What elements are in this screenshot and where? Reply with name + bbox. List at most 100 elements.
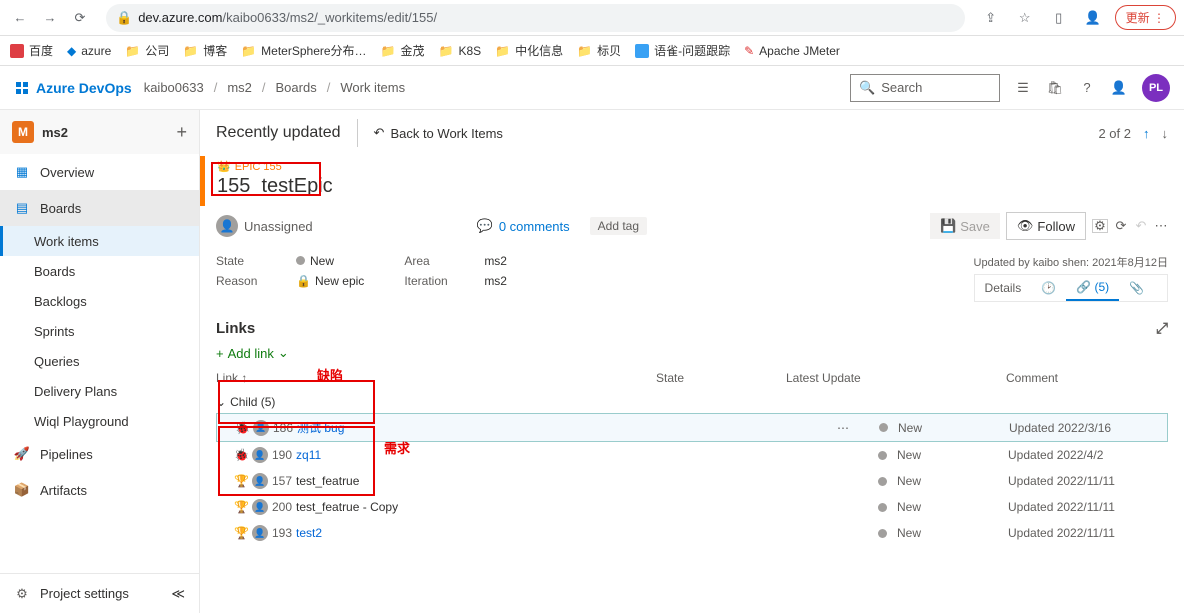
- search-input[interactable]: 🔍 Search: [850, 74, 1000, 102]
- user-settings-icon[interactable]: 👤: [1110, 79, 1128, 97]
- tab-links[interactable]: 🔗 (5): [1066, 275, 1119, 301]
- pager-down-icon[interactable]: ↓: [1162, 126, 1169, 141]
- back-link[interactable]: ↶Back to Work Items: [374, 125, 503, 141]
- bookmark-azure[interactable]: ◆azure: [67, 44, 111, 58]
- help-icon[interactable]: ?: [1078, 79, 1096, 97]
- bookmark-baidu[interactable]: 百度: [10, 42, 53, 59]
- bookmark-folder[interactable]: 📁公司: [125, 42, 169, 59]
- list-icon[interactable]: ☰: [1014, 79, 1032, 97]
- sidebar-item-overview[interactable]: ▦Overview: [0, 154, 199, 190]
- sidebar-item-boards[interactable]: ▤Boards: [0, 190, 199, 226]
- bag-icon[interactable]: 🛍: [1046, 79, 1064, 97]
- sidebar-item-backlogs[interactable]: Backlogs: [0, 286, 199, 316]
- sidebar-item-queries[interactable]: Queries: [0, 346, 199, 376]
- table-row[interactable]: 🏆👤157test_featrueNewUpdated 2022/11/11: [216, 468, 1168, 494]
- profile-icon[interactable]: 👤: [1081, 6, 1105, 30]
- links-table: Link ↑ State Latest Update Comment ⌄Chil…: [200, 365, 1184, 546]
- assignee-field[interactable]: 👤 Unassigned: [216, 215, 313, 237]
- table-row[interactable]: 🐞👤186测试 bug⋯NewUpdated 2022/3/16: [216, 413, 1168, 442]
- work-item-link[interactable]: test_featrue: [296, 474, 359, 488]
- bookmark-folder[interactable]: 📁中化信息: [495, 42, 563, 59]
- project-header[interactable]: M ms2 +: [0, 110, 199, 154]
- crumb[interactable]: Boards: [276, 80, 317, 95]
- star-icon[interactable]: ☆: [1013, 6, 1037, 30]
- tab-attachments-icon[interactable]: 📎: [1119, 276, 1154, 300]
- tab-details[interactable]: Details: [975, 276, 1032, 300]
- tab-history-icon[interactable]: 🕑: [1031, 276, 1066, 300]
- sidebar-item-sprints[interactable]: Sprints: [0, 316, 199, 346]
- bookmark-folder[interactable]: 📁金茂: [381, 42, 425, 59]
- reload-icon[interactable]: ⟳: [68, 6, 92, 30]
- more-icon[interactable]: ⋯: [837, 421, 849, 435]
- bookmark-jmeter[interactable]: ✎Apache JMeter: [744, 44, 840, 58]
- pager-text: 2 of 2: [1098, 126, 1131, 141]
- work-item-link[interactable]: test2: [296, 526, 322, 540]
- project-settings[interactable]: ⚙ Project settings ≪: [0, 573, 199, 613]
- sidebar-item-wiql[interactable]: Wiql Playground: [0, 406, 199, 436]
- col-link[interactable]: Link ↑: [216, 371, 656, 385]
- iteration-value[interactable]: ms2: [484, 274, 507, 288]
- follow-button[interactable]: 👁Follow: [1006, 212, 1086, 240]
- update-button[interactable]: 更新 ⋮: [1115, 5, 1176, 30]
- undo-icon[interactable]: ↶: [1134, 219, 1148, 233]
- collapse-icon[interactable]: ≪: [171, 586, 185, 602]
- save-button[interactable]: 💾Save: [930, 213, 1000, 239]
- table-row[interactable]: 🏆👤193test2NewUpdated 2022/11/11: [216, 520, 1168, 546]
- sidebar-item-workitems[interactable]: Work items: [0, 226, 199, 256]
- bookmark-folder[interactable]: 📁博客: [183, 42, 227, 59]
- undo-icon: ↶: [374, 125, 385, 141]
- table-row[interactable]: 🏆👤200test_featrue - CopyNewUpdated 2022/…: [216, 494, 1168, 520]
- share-icon[interactable]: ⇪: [979, 6, 1003, 30]
- bookmark-yuque[interactable]: 语雀-问题跟踪: [635, 42, 730, 59]
- bookmark-folder[interactable]: 📁K8S: [439, 44, 482, 58]
- avatar[interactable]: PL: [1142, 74, 1170, 102]
- work-item-title[interactable]: 155 testEpic: [217, 175, 1172, 198]
- project-badge: M: [12, 121, 34, 143]
- child-group-header[interactable]: ⌄Child (5): [216, 391, 1168, 413]
- work-item-link[interactable]: 测试 bug: [297, 419, 344, 436]
- col-state[interactable]: State: [656, 371, 786, 385]
- fullscreen-icon[interactable]: ⤢: [1156, 320, 1168, 337]
- table-row[interactable]: 🐞👤190zq11NewUpdated 2022/4/2: [216, 442, 1168, 468]
- address-bar[interactable]: 🔒 dev.azure.com/kaibo0633/ms2/_workitems…: [106, 4, 965, 32]
- reason-value[interactable]: 🔒New epic: [296, 274, 364, 288]
- person-icon: 👤: [252, 525, 268, 541]
- settings-icon[interactable]: ⚙: [1092, 219, 1108, 233]
- row-updated: Updated 2022/11/11: [1008, 500, 1115, 514]
- work-item-link[interactable]: zq11: [296, 448, 321, 462]
- sidebar-item-artifacts[interactable]: 📦Artifacts: [0, 472, 199, 508]
- sidebar-item-pipelines[interactable]: 🚀Pipelines: [0, 436, 199, 472]
- state-value[interactable]: New: [296, 254, 334, 268]
- add-tag-button[interactable]: Add tag: [590, 217, 647, 235]
- pager-up-icon[interactable]: ↑: [1143, 126, 1150, 141]
- sidebar-item-boards-sub[interactable]: Boards: [0, 256, 199, 286]
- search-icon: 🔍: [859, 80, 875, 96]
- area-value[interactable]: ms2: [484, 254, 507, 268]
- col-updated[interactable]: Latest Update: [786, 371, 1006, 385]
- sidebar-item-delivery[interactable]: Delivery Plans: [0, 376, 199, 406]
- azure-logo[interactable]: Azure DevOps: [14, 80, 132, 96]
- more-icon[interactable]: ⋯: [1154, 219, 1168, 233]
- back-icon[interactable]: ←: [8, 6, 32, 30]
- refresh-icon[interactable]: ⟳: [1114, 219, 1128, 233]
- row-state: New: [878, 526, 921, 540]
- crumb[interactable]: kaibo0633: [144, 80, 204, 95]
- comment-icon: 💬: [477, 218, 493, 234]
- links-section-header: Links ⤢: [200, 310, 1184, 341]
- work-item-link[interactable]: test_featrue - Copy: [296, 500, 398, 514]
- forward-icon[interactable]: →: [38, 6, 62, 30]
- row-state: New: [878, 474, 921, 488]
- panel-icon[interactable]: ▯: [1047, 6, 1071, 30]
- comments-link[interactable]: 💬0 comments: [477, 218, 570, 234]
- reason-label: Reason: [216, 274, 266, 288]
- bookmark-folder[interactable]: 📁MeterSphere分布…: [241, 42, 366, 59]
- bookmarks-bar: 百度 ◆azure 📁公司 📁博客 📁MeterSphere分布… 📁金茂 📁K…: [0, 36, 1184, 66]
- bookmark-folder[interactable]: 📁标贝: [577, 42, 621, 59]
- add-icon[interactable]: +: [176, 122, 187, 143]
- iteration-label: Iteration: [404, 274, 454, 288]
- col-comment[interactable]: Comment: [1006, 371, 1168, 385]
- artifacts-icon: 📦: [14, 482, 30, 498]
- crumb[interactable]: Work items: [340, 80, 405, 95]
- add-link-button[interactable]: +Add link ⌄: [200, 341, 1184, 365]
- crumb[interactable]: ms2: [227, 80, 252, 95]
